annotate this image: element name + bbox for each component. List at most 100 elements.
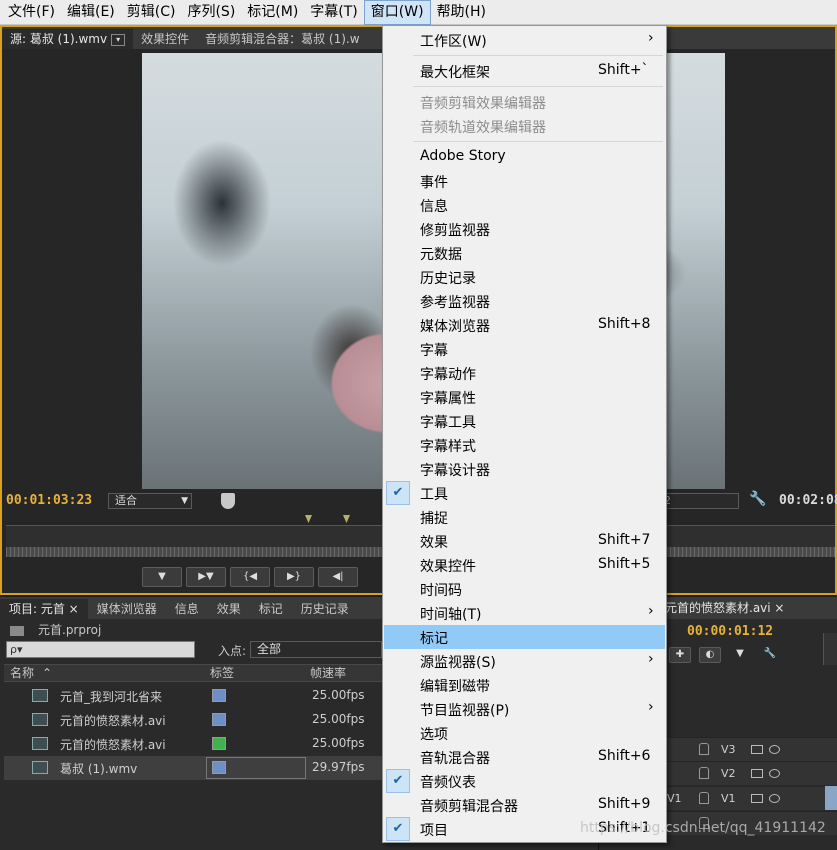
wrench-icon[interactable]: 🔧: [759, 647, 781, 663]
column-name[interactable]: 名称: [10, 665, 34, 682]
menu-item-markers[interactable]: 标记: [384, 625, 665, 649]
search-input[interactable]: ρ▾: [6, 641, 195, 658]
menu-separator: [413, 141, 663, 142]
menu-item-title-designer[interactable]: 字幕设计器: [384, 457, 665, 481]
go-to-out-button[interactable]: ▶}: [274, 567, 314, 587]
menu-item-title-actions[interactable]: 字幕动作: [384, 361, 665, 385]
menu-item-label: 效果控件: [420, 559, 476, 575]
label-color-swatch[interactable]: [212, 713, 226, 726]
list-item[interactable]: 葛叔 (1).wmv 29.97fps: [4, 756, 382, 780]
camera-icon[interactable]: [751, 769, 763, 778]
label-color-swatch[interactable]: [212, 737, 226, 750]
go-to-in-button[interactable]: {◀: [230, 567, 270, 587]
menu-item-reference-monitor[interactable]: 参考监视器: [384, 289, 665, 313]
menu-separator: [413, 55, 663, 56]
track-source-label[interactable]: V1: [667, 792, 682, 805]
menu-edit[interactable]: 编辑(E): [61, 0, 121, 25]
tab-project[interactable]: 项目: 元首 ×: [0, 599, 88, 619]
tab-markers[interactable]: 标记: [250, 599, 292, 619]
lock-icon[interactable]: [699, 767, 709, 779]
tab-info[interactable]: 信息: [166, 599, 208, 619]
tab-audio-clip-mixer[interactable]: 音频剪辑混合器：葛叔 (1).w: [197, 29, 367, 49]
menu-marker[interactable]: 标记(M): [241, 0, 304, 25]
menu-item-source-monitor[interactable]: 源监视器(S) ›: [384, 649, 665, 673]
marker-icon[interactable]: [343, 515, 350, 523]
inpoint-select[interactable]: 全部: [250, 641, 382, 658]
zoom-fit-select[interactable]: 适合 ▼: [108, 493, 192, 509]
menu-item-options[interactable]: 选项: [384, 721, 665, 745]
eye-icon[interactable]: [769, 794, 780, 803]
menu-item-audio-clip-mixer[interactable]: 音频剪辑混合器 Shift+9: [384, 793, 665, 817]
wrench-icon[interactable]: 🔧: [749, 491, 766, 507]
tab-media-browser[interactable]: 媒体浏览器: [88, 599, 166, 619]
tab-effects[interactable]: 效果: [208, 599, 250, 619]
timeline-ruler[interactable]: [823, 633, 837, 665]
label-color-swatch[interactable]: [212, 689, 226, 702]
menu-item-media-browser[interactable]: 媒体浏览器 Shift+8: [384, 313, 665, 337]
label-color-swatch[interactable]: [212, 761, 226, 774]
playhead-handle[interactable]: [221, 493, 235, 509]
tab-history[interactable]: 历史记录: [292, 599, 358, 619]
menu-item-title-properties[interactable]: 字幕属性: [384, 385, 665, 409]
menu-item-tools[interactable]: ✔ 工具: [384, 481, 665, 505]
menu-item-audio-track-mixer[interactable]: 音轨混合器 Shift+6: [384, 745, 665, 769]
menu-sequence[interactable]: 序列(S): [181, 0, 241, 25]
snap-icon[interactable]: ✚: [669, 647, 691, 663]
menu-item-title-styles[interactable]: 字幕样式: [384, 433, 665, 457]
camera-icon[interactable]: [751, 745, 763, 754]
menu-item-audio-meters[interactable]: ✔ 音频仪表: [384, 769, 665, 793]
menu-item-trim-monitor[interactable]: 修剪监视器: [384, 217, 665, 241]
menu-item-capture[interactable]: 捕捉: [384, 505, 665, 529]
step-back-button[interactable]: ◀|: [318, 567, 358, 587]
timeline-timecode[interactable]: 00:00:01:12: [687, 624, 773, 639]
menu-item-adobe-story[interactable]: Adobe Story: [384, 145, 665, 169]
menu-item-title-tools[interactable]: 字幕工具: [384, 409, 665, 433]
mark-in-button[interactable]: ▶▼: [186, 567, 226, 587]
menu-item-metadata[interactable]: 元数据: [384, 241, 665, 265]
list-item[interactable]: 元首_我到河北省来 25.00fps: [4, 684, 382, 708]
lock-icon[interactable]: [699, 743, 709, 755]
menu-item-program-monitor[interactable]: 节目监视器(P) ›: [384, 697, 665, 721]
track-v2[interactable]: V2: [665, 761, 837, 785]
sort-up-icon[interactable]: ⌃: [42, 665, 52, 682]
add-marker-icon[interactable]: ▼: [729, 647, 751, 663]
menu-item-history[interactable]: 历史记录: [384, 265, 665, 289]
tab-dropdown-icon[interactable]: ▾: [111, 33, 126, 46]
menu-item-timecode[interactable]: 时间码: [384, 577, 665, 601]
menu-item-titles[interactable]: 字幕: [384, 337, 665, 361]
track-v1[interactable]: V1 V1: [665, 786, 837, 810]
source-timecode[interactable]: 00:01:03:23: [6, 493, 92, 508]
column-label[interactable]: 标签: [210, 665, 234, 682]
item-frame-rate: 25.00fps: [312, 712, 365, 726]
tab-source[interactable]: 源: 葛叔 (1).wmv ▾: [2, 29, 134, 49]
column-rate[interactable]: 帧速率: [310, 665, 346, 682]
link-icon[interactable]: ◐: [699, 647, 721, 663]
add-marker-button[interactable]: ▼: [142, 567, 182, 587]
tab-effect-controls[interactable]: 效果控件: [133, 29, 197, 49]
menu-clip[interactable]: 剪辑(C): [121, 0, 182, 25]
eye-icon[interactable]: [769, 745, 780, 754]
menu-item-effect-controls[interactable]: 效果控件 Shift+5: [384, 553, 665, 577]
list-item[interactable]: 元首的愤怒素材.avi 25.00fps: [4, 732, 382, 756]
camera-icon[interactable]: [751, 794, 763, 803]
list-item[interactable]: 元首的愤怒素材.avi 25.00fps: [4, 708, 382, 732]
resolution-select[interactable]: 2: [659, 493, 739, 509]
menu-item-effects[interactable]: 效果 Shift+7: [384, 529, 665, 553]
menu-item-label: 修剪监视器: [420, 223, 490, 239]
menu-help[interactable]: 帮助(H): [431, 0, 492, 25]
menu-file[interactable]: 文件(F): [2, 0, 61, 25]
menu-item-timelines[interactable]: 时间轴(T) ›: [384, 601, 665, 625]
menu-item-events[interactable]: 事件: [384, 169, 665, 193]
eye-icon[interactable]: [769, 769, 780, 778]
menu-window[interactable]: 窗口(W): [363, 0, 431, 25]
lock-icon[interactable]: [699, 792, 709, 804]
menu-item-edit-to-tape[interactable]: 编辑到磁带: [384, 673, 665, 697]
menu-item-maximize-frame[interactable]: 最大化框架 Shift+`: [384, 59, 665, 83]
track-v3[interactable]: V3: [665, 737, 837, 761]
menu-title[interactable]: 字幕(T): [304, 0, 363, 25]
menu-item-label: 时间轴(T): [420, 607, 482, 623]
marker-icon[interactable]: [305, 515, 312, 523]
timeline-clip[interactable]: [825, 786, 837, 810]
menu-item-workspace[interactable]: 工作区(W) ›: [384, 28, 665, 52]
menu-item-info[interactable]: 信息: [384, 193, 665, 217]
